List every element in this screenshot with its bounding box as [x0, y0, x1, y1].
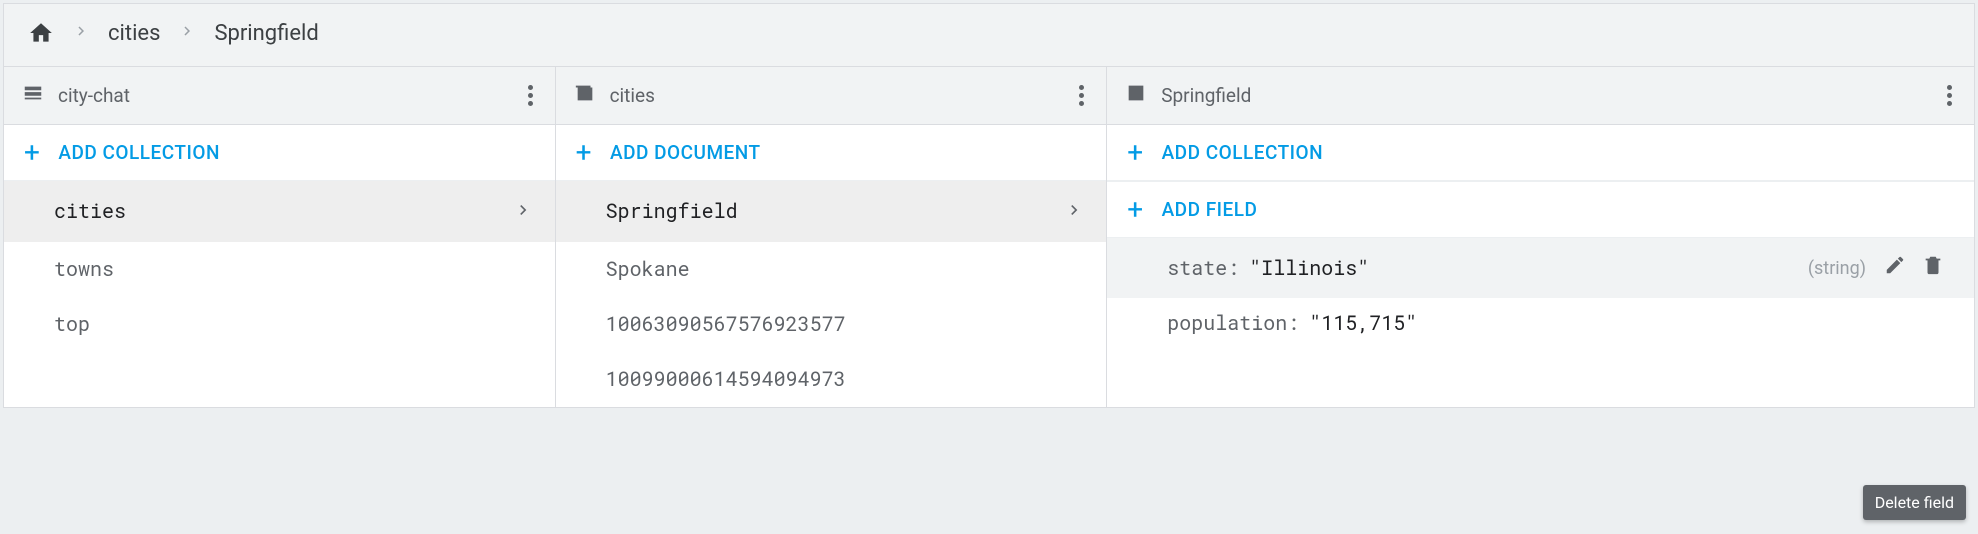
panel-header: Springfield: [1107, 67, 1974, 125]
field-row[interactable]: state: "Illinois" (string): [1107, 238, 1974, 298]
chevron-right-icon: [72, 21, 90, 46]
home-icon[interactable]: [28, 20, 54, 46]
add-label: ADD FIELD: [1162, 198, 1258, 221]
database-icon: [22, 82, 44, 109]
chevron-right-icon: [1064, 195, 1084, 227]
document-panel: Springfield + ADD COLLECTION + ADD FIELD…: [1107, 67, 1974, 407]
plus-icon: +: [24, 143, 40, 163]
list-item[interactable]: Spokane: [556, 242, 1107, 297]
chevron-right-icon: [513, 195, 533, 227]
add-collection-button[interactable]: + ADD COLLECTION: [4, 125, 555, 181]
field-key: state: [1167, 255, 1227, 281]
menu-button[interactable]: [1075, 81, 1088, 110]
field-value: "115,715": [1309, 310, 1417, 336]
list-item[interactable]: 10063090567576923577: [556, 297, 1107, 352]
project-panel: city-chat + ADD COLLECTION cities towns: [4, 67, 556, 407]
field-row[interactable]: population: "115,715": [1107, 298, 1974, 348]
plus-icon: +: [1127, 200, 1143, 220]
list-item[interactable]: towns: [4, 242, 555, 297]
add-label: ADD DOCUMENT: [610, 141, 761, 164]
breadcrumb-item[interactable]: Springfield: [214, 21, 318, 46]
panel-header: city-chat: [4, 67, 555, 125]
edit-icon[interactable]: [1876, 250, 1914, 286]
field-type: (string): [1808, 258, 1866, 279]
collection-panel: cities + ADD DOCUMENT Springfield Spokan…: [556, 67, 1108, 407]
collection-list: cities towns top: [4, 181, 555, 352]
add-label: ADD COLLECTION: [1162, 141, 1324, 164]
breadcrumb: cities Springfield: [4, 4, 1974, 66]
list-item[interactable]: cities: [4, 181, 555, 242]
plus-icon: +: [576, 143, 592, 163]
document-icon: [1125, 82, 1147, 109]
add-field-button[interactable]: + ADD FIELD: [1107, 181, 1974, 238]
chevron-right-icon: [178, 21, 196, 46]
document-list: Springfield Spokane 10063090567576923577…: [556, 181, 1107, 407]
menu-button[interactable]: [524, 81, 537, 110]
field-key: population: [1167, 310, 1287, 336]
delete-icon[interactable]: [1914, 250, 1952, 286]
panel-title: cities: [610, 84, 1076, 107]
add-label: ADD COLLECTION: [58, 141, 220, 164]
tooltip: Delete field: [1863, 485, 1966, 520]
list-item[interactable]: 10099000614594094973: [556, 352, 1107, 407]
add-document-button[interactable]: + ADD DOCUMENT: [556, 125, 1107, 181]
list-item[interactable]: top: [4, 297, 555, 352]
menu-button[interactable]: [1943, 81, 1956, 110]
panel-title: Springfield: [1161, 84, 1943, 107]
field-value: "Illinois": [1249, 255, 1369, 281]
list-item[interactable]: Springfield: [556, 181, 1107, 242]
breadcrumb-item[interactable]: cities: [108, 21, 160, 46]
panel-title: city-chat: [58, 84, 524, 107]
collection-icon: [574, 82, 596, 109]
panel-header: cities: [556, 67, 1107, 125]
plus-icon: +: [1127, 143, 1143, 163]
add-collection-button[interactable]: + ADD COLLECTION: [1107, 125, 1974, 181]
